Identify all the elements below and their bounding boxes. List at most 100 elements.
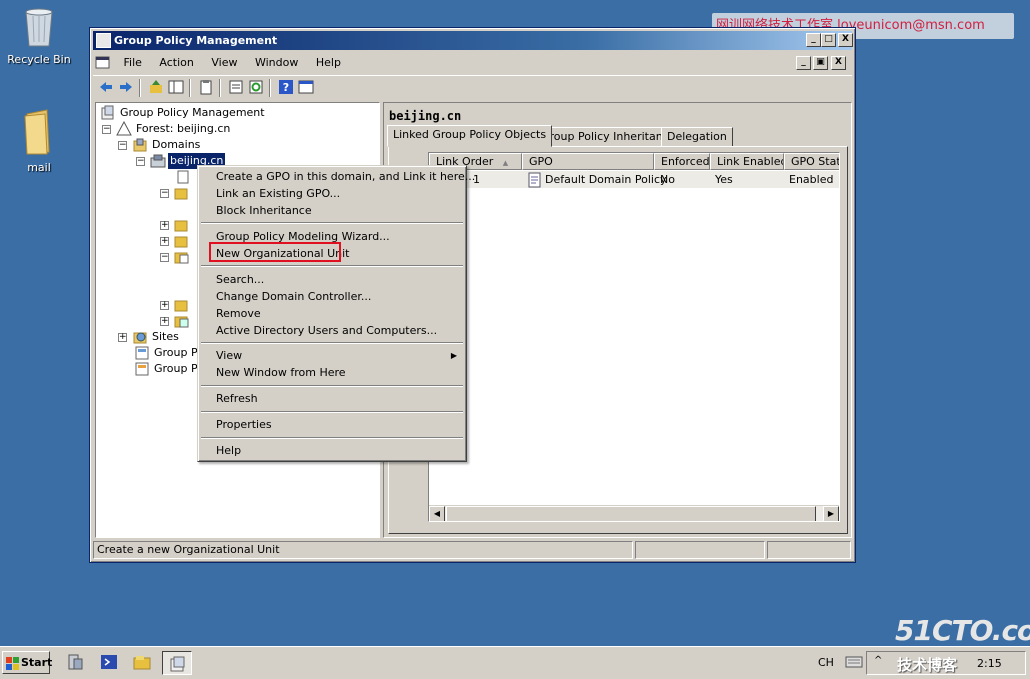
show-hide-tree-icon[interactable] (167, 79, 185, 97)
recycle-bin-label: Recycle Bin (7, 53, 71, 66)
keyboard-icon[interactable] (845, 654, 863, 672)
language-indicator[interactable]: CH (818, 656, 834, 669)
scroll-left-icon[interactable]: ◀ (429, 506, 445, 521)
folder-icon (3, 108, 75, 159)
taskbar-gpm-button[interactable] (162, 651, 192, 675)
status-bar: Create a new Organizational Unit (93, 541, 852, 559)
expand-icon[interactable]: + (160, 221, 169, 230)
tray-expand-icon[interactable]: ^ (874, 655, 882, 666)
inner-restore-button[interactable]: ▣ (813, 56, 828, 70)
horizontal-scrollbar[interactable]: ◀ ▶ (429, 505, 839, 521)
ctx-create-gpo-link[interactable]: Create a GPO in this domain, and Link it… (201, 168, 475, 185)
menu-window[interactable]: Window (248, 53, 305, 73)
gpm-task-icon (169, 655, 187, 676)
inner-minimize-button[interactable]: _ (796, 56, 811, 70)
ctx-search[interactable]: Search... (201, 271, 463, 288)
minimize-button[interactable]: _ (806, 33, 821, 47)
clock[interactable]: 2:15 (977, 657, 1002, 670)
context-menu: Create a GPO in this domain, and Link it… (197, 165, 475, 462)
col-link-enabled[interactable]: Link Enabled (710, 153, 784, 170)
linked-gpo-list: Link Order ▲ GPO Enforced Link Enabled G… (428, 152, 840, 522)
expand-icon[interactable]: + (160, 237, 169, 246)
powershell-icon[interactable] (100, 653, 118, 671)
toolbar: ? (93, 75, 852, 99)
ctx-refresh[interactable]: Refresh (201, 390, 463, 407)
system-tray: ^ 技术博客 2:15 (866, 651, 1026, 675)
collapse-icon[interactable]: − (118, 141, 127, 150)
wmi-folder-icon (174, 297, 190, 313)
col-enforced[interactable]: Enforced (654, 153, 710, 170)
tree-label-domains: Domains (152, 138, 201, 151)
ctx-separator (201, 342, 463, 344)
starter-gpo-folder-icon (174, 313, 190, 329)
gpm-root-icon (100, 105, 116, 121)
console-icon[interactable] (297, 79, 315, 97)
gp-modeling-icon (134, 345, 150, 361)
ctx-ad-users-computers[interactable]: Active Directory Users and Computers... (201, 322, 463, 339)
inner-close-button[interactable]: X (831, 56, 846, 70)
expand-icon[interactable]: + (160, 317, 169, 326)
menu-file[interactable]: File (117, 53, 149, 73)
scroll-right-icon[interactable]: ▶ (823, 506, 839, 521)
gpo-folder-icon (174, 249, 190, 265)
maximize-button[interactable]: □ (821, 33, 836, 47)
desktop-icon-recycle-bin[interactable]: Recycle Bin (3, 4, 75, 66)
toolbar-separator (269, 79, 271, 97)
ctx-link-existing-gpo[interactable]: Link an Existing GPO... (201, 185, 463, 202)
collapse-icon[interactable]: − (136, 157, 145, 166)
svg-text:?: ? (283, 81, 289, 94)
ctx-separator (201, 437, 463, 439)
toolbar-separator (189, 79, 191, 97)
menu-action[interactable]: Action (152, 53, 200, 73)
title-bar[interactable]: Group Policy Management (93, 31, 852, 50)
ctx-remove[interactable]: Remove (201, 305, 463, 322)
up-folder-icon[interactable] (147, 79, 165, 97)
server-manager-icon[interactable] (66, 653, 84, 671)
status-text: Create a new Organizational Unit (93, 541, 633, 559)
ctx-view[interactable]: View ▶ (201, 347, 463, 364)
gpo-icon (527, 172, 543, 188)
expand-icon[interactable]: + (118, 333, 127, 342)
clipboard-icon[interactable] (197, 79, 215, 97)
tab-gp-inheritance[interactable]: Group Policy Inheritance (535, 127, 682, 147)
menu-view[interactable]: View (204, 53, 244, 73)
forward-arrow-icon[interactable] (117, 79, 135, 97)
ctx-properties[interactable]: Properties (201, 416, 463, 433)
ctx-block-inheritance[interactable]: Block Inheritance (201, 202, 463, 219)
back-arrow-icon[interactable] (97, 79, 115, 97)
tab-delegation[interactable]: Delegation (661, 127, 733, 147)
ctx-help[interactable]: Help (201, 442, 463, 459)
domains-icon (132, 137, 148, 153)
col-gpo[interactable]: GPO (522, 153, 654, 170)
ctx-new-window[interactable]: New Window from Here (201, 364, 463, 381)
console-menu-icon[interactable] (95, 55, 111, 71)
col-gpo-status[interactable]: GPO Statu (784, 153, 839, 170)
menu-help[interactable]: Help (309, 53, 348, 73)
explorer-icon[interactable] (133, 653, 151, 671)
gpo-link-icon (176, 169, 192, 185)
tab-linked-gpos[interactable]: Linked Group Policy Objects (387, 125, 553, 147)
ctx-separator (201, 265, 463, 267)
scroll-thumb[interactable] (446, 506, 816, 521)
help-icon[interactable]: ? (277, 79, 295, 97)
properties-icon[interactable] (227, 79, 245, 97)
collapse-icon[interactable]: − (102, 125, 111, 134)
start-button[interactable]: Start (2, 651, 52, 674)
collapse-icon[interactable]: − (160, 253, 169, 262)
collapse-icon[interactable]: − (160, 189, 169, 198)
refresh-icon[interactable] (247, 79, 265, 97)
desktop-icon-mail[interactable]: mail (3, 108, 75, 174)
ctx-separator (201, 385, 463, 387)
ctx-separator (201, 222, 463, 224)
sort-ascending-icon: ▲ (502, 159, 509, 167)
ctx-change-dc[interactable]: Change Domain Controller... (201, 288, 463, 305)
domain-icon (150, 153, 166, 169)
highlight-box (209, 242, 341, 262)
close-button[interactable]: X (838, 33, 853, 47)
forest-icon (116, 120, 132, 137)
expand-icon[interactable]: + (160, 301, 169, 310)
window-title: Group Policy Management (114, 34, 278, 47)
ou-folder-icon (174, 217, 190, 233)
mail-label: mail (27, 161, 51, 174)
submenu-arrow-icon: ▶ (450, 351, 457, 360)
